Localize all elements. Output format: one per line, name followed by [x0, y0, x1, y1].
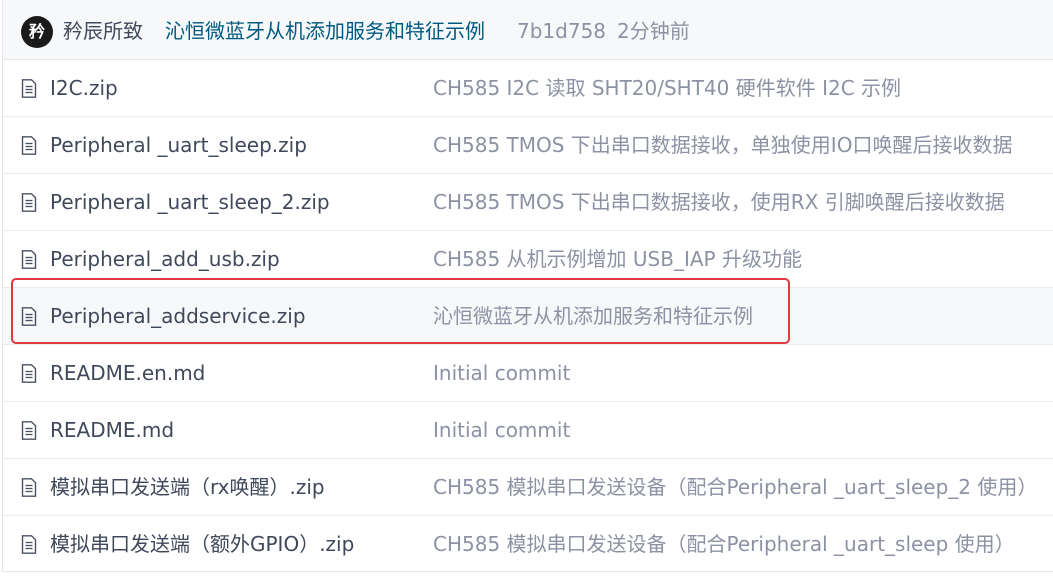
- file-name-link[interactable]: 模拟串口发送端（额外GPIO）.zip: [50, 529, 354, 559]
- file-list-panel: 矜 矜辰所致 沁恒微蓝牙从机添加服务和特征示例 7b1d758 2分钟前 I2C…: [2, 0, 1053, 572]
- file-icon: [21, 364, 37, 383]
- commit-sha[interactable]: 7b1d758: [517, 16, 606, 46]
- file-row[interactable]: 模拟串口发送端（rx唤醒）.zip CH585 模拟串口发送设备（配合Periph…: [3, 459, 1053, 516]
- file-row[interactable]: Peripheral_addservice.zip 沁恒微蓝牙从机添加服务和特征示…: [3, 288, 1053, 345]
- file-row[interactable]: I2C.zip CH585 I2C 读取 SHT20/SHT40 硬件软件 I2C…: [3, 60, 1053, 117]
- file-name-link[interactable]: I2C.zip: [50, 73, 118, 103]
- file-row[interactable]: README.en.md Initial commit: [3, 345, 1053, 402]
- file-commit-message[interactable]: CH585 模拟串口发送设备（配合Peripheral _uart_sleep …: [433, 529, 1015, 559]
- file-row[interactable]: 模拟串口发送端（额外GPIO）.zip CH585 模拟串口发送设备（配合Peri…: [3, 516, 1053, 571]
- file-icon: [21, 250, 37, 269]
- file-row[interactable]: Peripheral _uart_sleep_2.zip CH585 TMOS 下…: [3, 174, 1053, 231]
- file-icon: [21, 535, 37, 554]
- file-row[interactable]: Peripheral _uart_sleep.zip CH585 TMOS 下出串…: [3, 117, 1053, 174]
- file-commit-message[interactable]: CH585 从机示例增加 USB_IAP 升级功能: [433, 244, 802, 274]
- commit-author[interactable]: 矜辰所致: [63, 16, 143, 46]
- avatar[interactable]: 矜: [21, 16, 53, 48]
- file-name-link[interactable]: 模拟串口发送端（rx唤醒）.zip: [50, 472, 325, 502]
- file-name-link[interactable]: README.en.md: [50, 358, 205, 388]
- file-icon: [21, 136, 37, 155]
- file-icon: [21, 421, 37, 440]
- file-name-link[interactable]: README.md: [50, 415, 174, 445]
- commit-time: 2分钟前: [617, 19, 690, 43]
- file-name-link[interactable]: Peripheral_add_usb.zip: [50, 244, 280, 274]
- file-commit-message[interactable]: CH585 I2C 读取 SHT20/SHT40 硬件软件 I2C 示例: [433, 73, 901, 103]
- file-icon: [21, 478, 37, 497]
- file-icon: [21, 193, 37, 212]
- file-row[interactable]: Peripheral_add_usb.zip CH585 从机示例增加 USB_I…: [3, 231, 1053, 288]
- file-commit-message[interactable]: Initial commit: [433, 415, 570, 445]
- file-commit-message[interactable]: CH585 TMOS 下出串口数据接收，使用RX 引脚唤醒后接收数据: [433, 187, 1005, 217]
- latest-commit-bar: 矜 矜辰所致 沁恒微蓝牙从机添加服务和特征示例 7b1d758 2分钟前: [3, 0, 1053, 60]
- file-commit-message[interactable]: CH585 模拟串口发送设备（配合Peripheral _uart_sleep_…: [433, 472, 1037, 502]
- file-icon: [21, 307, 37, 326]
- commit-message-link[interactable]: 沁恒微蓝牙从机添加服务和特征示例: [165, 16, 485, 46]
- file-commit-message[interactable]: CH585 TMOS 下出串口数据接收，单独使用IO口唤醒后接收数据: [433, 130, 1012, 160]
- file-row[interactable]: README.md Initial commit: [3, 402, 1053, 459]
- file-commit-message[interactable]: 沁恒微蓝牙从机添加服务和特征示例: [433, 301, 753, 331]
- file-name-link[interactable]: Peripheral _uart_sleep.zip: [50, 130, 307, 160]
- file-commit-message[interactable]: Initial commit: [433, 358, 570, 388]
- file-icon: [21, 79, 37, 98]
- file-name-link[interactable]: Peripheral_addservice.zip: [50, 301, 306, 331]
- file-name-link[interactable]: Peripheral _uart_sleep_2.zip: [50, 187, 330, 217]
